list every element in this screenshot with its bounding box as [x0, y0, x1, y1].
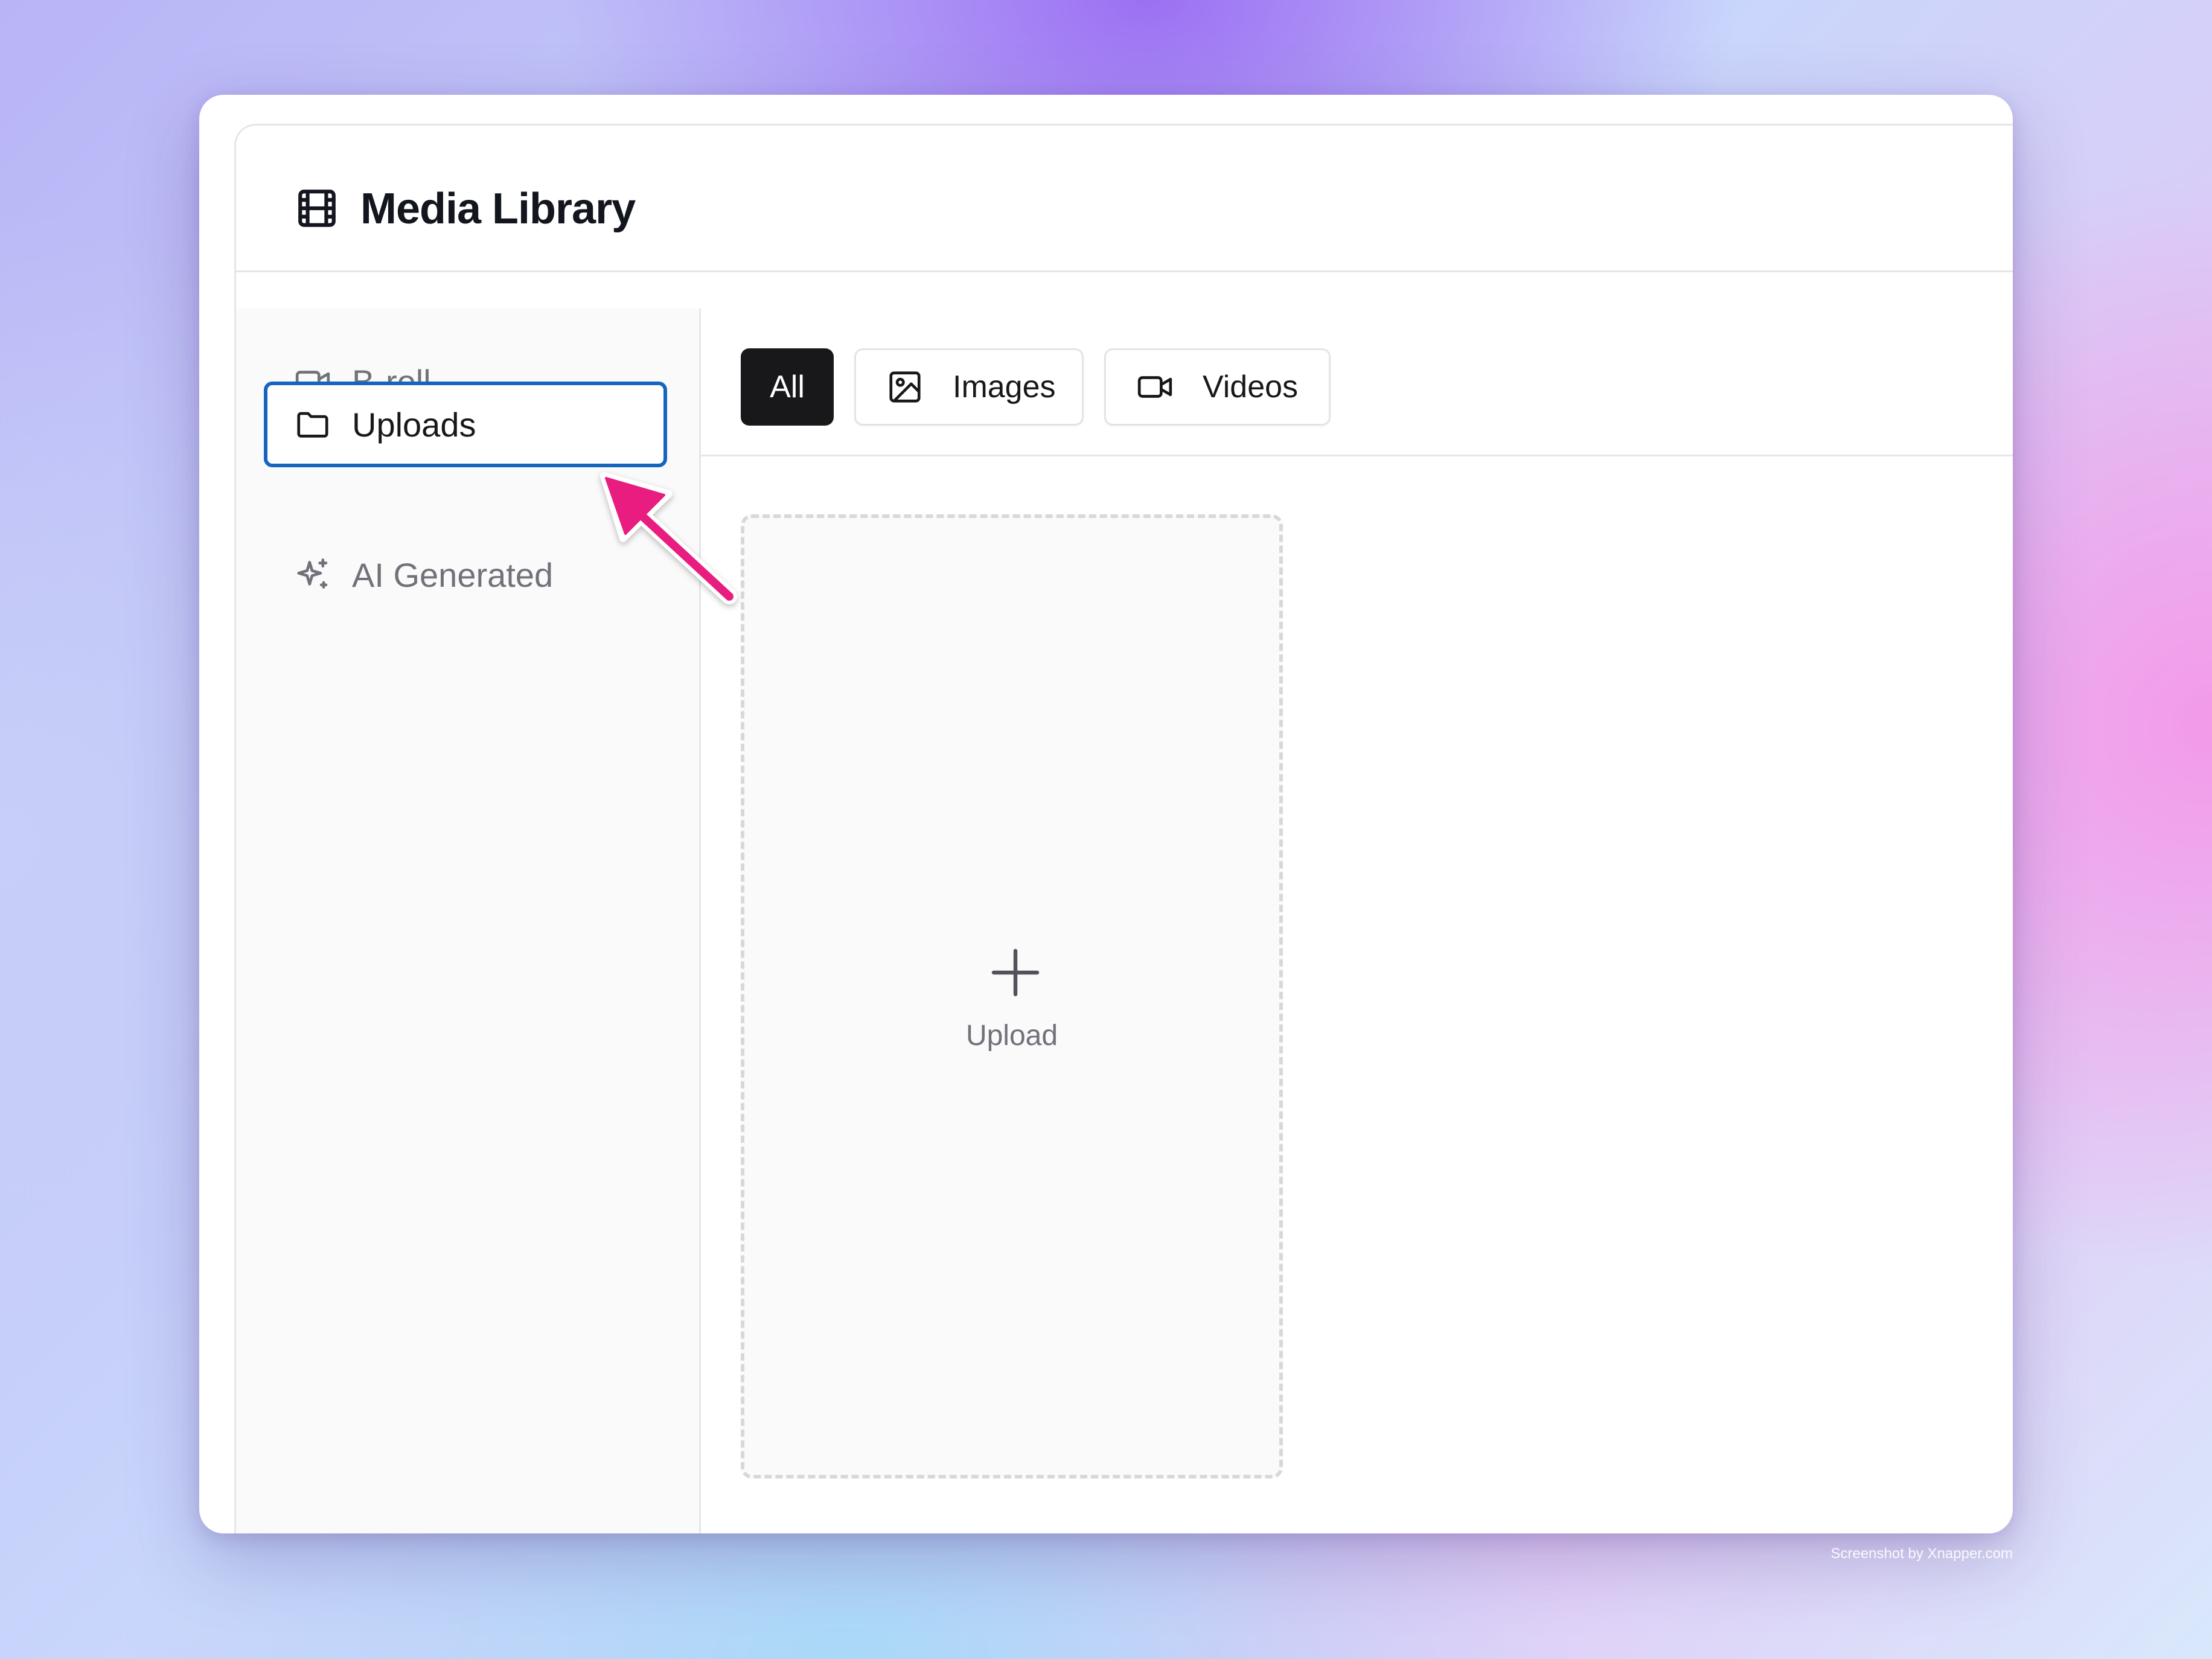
- filter-label: Videos: [1203, 369, 1299, 404]
- filter-images-button[interactable]: Images: [854, 348, 1084, 426]
- header: Media Library: [236, 126, 2013, 272]
- sparkles-icon: [297, 558, 328, 589]
- upload-dropzone[interactable]: Upload: [741, 514, 1283, 1478]
- folder-icon: [297, 412, 328, 438]
- watermark: Screenshot by Xnapper.com: [1830, 1546, 2013, 1562]
- sidebar-item-label: Uploads: [352, 405, 476, 444]
- annotation-arrow: [600, 472, 737, 604]
- filter-videos-button[interactable]: Videos: [1104, 348, 1331, 426]
- filter-bar: All Images Videos: [701, 308, 2013, 456]
- plus-icon: [991, 948, 1040, 997]
- upload-label: Upload: [965, 1020, 1058, 1052]
- page-title: Media Library: [360, 185, 636, 233]
- sidebar-item-label: AI Generated: [352, 555, 554, 594]
- media-library-panel: Media Library B-roll Uploads: [234, 124, 2013, 1533]
- filter-label: Images: [953, 369, 1056, 404]
- media-grid: Upload: [701, 456, 2013, 1533]
- app-window: Media Library B-roll Uploads: [199, 95, 2013, 1533]
- video-camera-icon: [1137, 376, 1172, 398]
- sidebar-item-uploads[interactable]: Uploads: [264, 382, 667, 467]
- filter-label: All: [770, 369, 805, 404]
- image-icon: [889, 371, 921, 403]
- filter-all-button[interactable]: All: [741, 348, 834, 426]
- film-icon: [298, 190, 336, 227]
